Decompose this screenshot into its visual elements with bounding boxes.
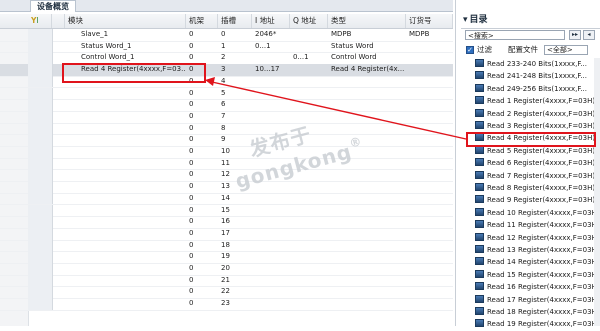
arrow-line [211, 81, 467, 140]
arrow-head [205, 77, 215, 86]
highlight-arrow [205, 77, 467, 140]
